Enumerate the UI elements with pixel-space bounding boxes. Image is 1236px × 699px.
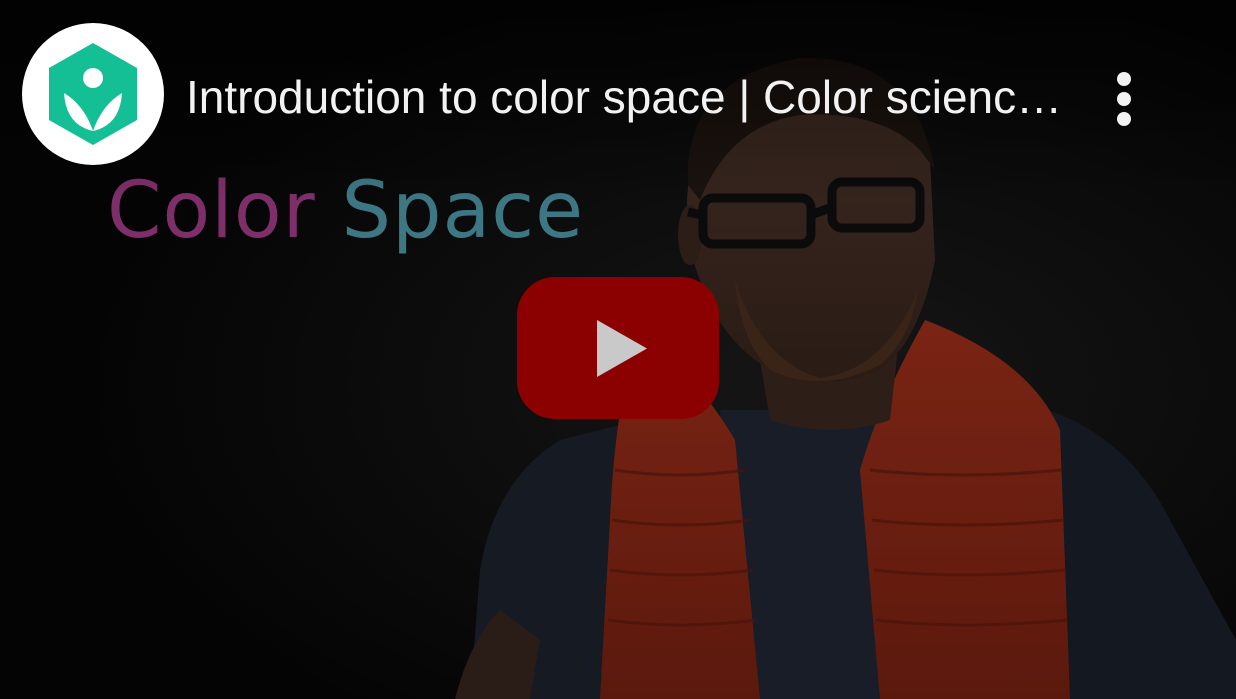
- video-player[interactable]: Color Space Introduction to color space …: [0, 0, 1236, 699]
- play-button[interactable]: [517, 277, 719, 419]
- more-vert-icon-dot: [1117, 92, 1131, 106]
- khan-academy-logo-icon: [49, 43, 137, 145]
- youtube-play-icon: [517, 277, 719, 419]
- more-options-button[interactable]: [1100, 66, 1150, 132]
- video-title[interactable]: Introduction to color space | Color scie…: [186, 70, 1066, 124]
- more-vert-icon: [1117, 72, 1131, 86]
- more-vert-icon-dot: [1117, 112, 1131, 126]
- channel-avatar[interactable]: [22, 23, 164, 165]
